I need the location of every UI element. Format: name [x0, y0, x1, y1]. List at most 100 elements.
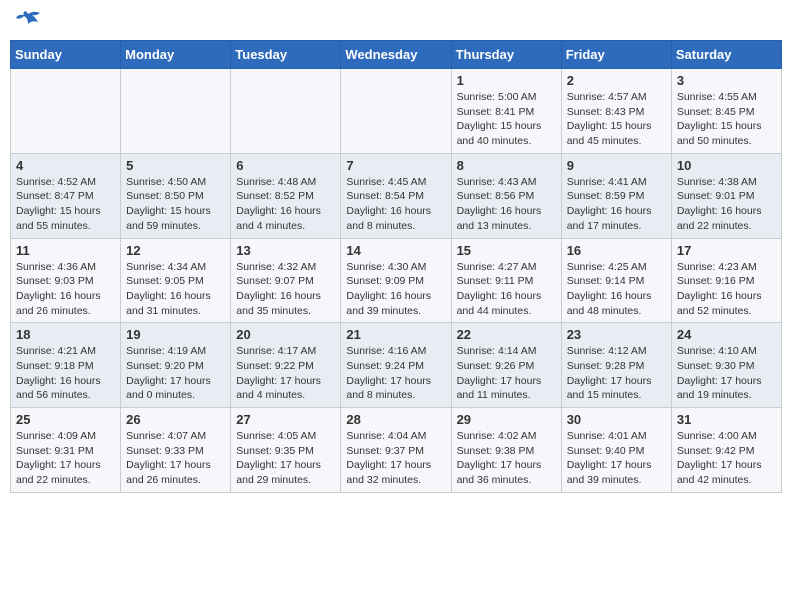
calendar-cell: 8 Sunrise: 4:43 AM Sunset: 8:56 PM Daylig…	[451, 153, 561, 238]
day-number: 27	[236, 412, 335, 427]
day-number: 22	[457, 327, 556, 342]
day-info: Sunrise: 4:43 AM Sunset: 8:56 PM Dayligh…	[457, 175, 556, 234]
day-info: Sunrise: 4:19 AM Sunset: 9:20 PM Dayligh…	[126, 344, 225, 403]
calendar-cell: 3Sunrise: 4:55 AM Sunset: 8:45 PM Daylig…	[671, 69, 781, 154]
page-header	[10, 10, 782, 32]
day-info: Sunrise: 4:04 AM Sunset: 9:37 PM Dayligh…	[346, 429, 445, 488]
day-number: 17	[677, 243, 776, 258]
calendar-week-5: 25 Sunrise: 4:09 AM Sunset: 9:31 PM Dayli…	[11, 408, 782, 493]
calendar-cell: 30 Sunrise: 4:01 AM Sunset: 9:40 PM Dayli…	[561, 408, 671, 493]
day-number: 31	[677, 412, 776, 427]
day-number: 25	[16, 412, 115, 427]
calendar-cell: 1 Sunrise: 5:00 AM Sunset: 8:41 PM Daylig…	[451, 69, 561, 154]
calendar-cell: 11 Sunrise: 4:36 AM Sunset: 9:03 PM Dayli…	[11, 238, 121, 323]
calendar-cell: 15 Sunrise: 4:27 AM Sunset: 9:11 PM Dayli…	[451, 238, 561, 323]
day-info: Sunrise: 4:02 AM Sunset: 9:38 PM Dayligh…	[457, 429, 556, 488]
calendar-cell: 25 Sunrise: 4:09 AM Sunset: 9:31 PM Dayli…	[11, 408, 121, 493]
calendar-cell	[11, 69, 121, 154]
calendar-cell: 12 Sunrise: 4:34 AM Sunset: 9:05 PM Dayli…	[121, 238, 231, 323]
calendar-week-3: 11 Sunrise: 4:36 AM Sunset: 9:03 PM Dayli…	[11, 238, 782, 323]
calendar-cell	[121, 69, 231, 154]
day-number: 1	[457, 73, 556, 88]
calendar-cell: 17 Sunrise: 4:23 AM Sunset: 9:16 PM Dayli…	[671, 238, 781, 323]
calendar-cell: 23Sunrise: 4:12 AM Sunset: 9:28 PM Dayli…	[561, 323, 671, 408]
day-info: Sunrise: 4:38 AM Sunset: 9:01 PM Dayligh…	[677, 175, 776, 234]
day-number: 2	[567, 73, 666, 88]
calendar-cell: 13 Sunrise: 4:32 AM Sunset: 9:07 PM Dayli…	[231, 238, 341, 323]
calendar-cell: 19 Sunrise: 4:19 AM Sunset: 9:20 PM Dayli…	[121, 323, 231, 408]
calendar-cell: 28 Sunrise: 4:04 AM Sunset: 9:37 PM Dayli…	[341, 408, 451, 493]
day-info: Sunrise: 4:27 AM Sunset: 9:11 PM Dayligh…	[457, 260, 556, 319]
day-number: 7	[346, 158, 445, 173]
day-info: Sunrise: 4:36 AM Sunset: 9:03 PM Dayligh…	[16, 260, 115, 319]
calendar-header-row: SundayMondayTuesdayWednesdayThursdayFrid…	[11, 41, 782, 69]
calendar-week-2: 4 Sunrise: 4:52 AM Sunset: 8:47 PM Daylig…	[11, 153, 782, 238]
day-info: Sunrise: 4:07 AM Sunset: 9:33 PM Dayligh…	[126, 429, 225, 488]
weekday-header-saturday: Saturday	[671, 41, 781, 69]
day-info: Sunrise: 4:41 AM Sunset: 8:59 PM Dayligh…	[567, 175, 666, 234]
calendar-cell: 22 Sunrise: 4:14 AM Sunset: 9:26 PM Dayli…	[451, 323, 561, 408]
calendar-cell: 4 Sunrise: 4:52 AM Sunset: 8:47 PM Daylig…	[11, 153, 121, 238]
day-number: 24	[677, 327, 776, 342]
day-info: Sunrise: 4:48 AM Sunset: 8:52 PM Dayligh…	[236, 175, 335, 234]
day-info: Sunrise: 4:32 AM Sunset: 9:07 PM Dayligh…	[236, 260, 335, 319]
day-number: 6	[236, 158, 335, 173]
day-number: 10	[677, 158, 776, 173]
day-number: 4	[16, 158, 115, 173]
day-info: Sunrise: 5:00 AM Sunset: 8:41 PM Dayligh…	[457, 90, 556, 149]
day-number: 12	[126, 243, 225, 258]
weekday-header-tuesday: Tuesday	[231, 41, 341, 69]
day-number: 26	[126, 412, 225, 427]
day-info: Sunrise: 4:34 AM Sunset: 9:05 PM Dayligh…	[126, 260, 225, 319]
calendar-cell: 14Sunrise: 4:30 AM Sunset: 9:09 PM Dayli…	[341, 238, 451, 323]
weekday-header-thursday: Thursday	[451, 41, 561, 69]
day-info: Sunrise: 4:05 AM Sunset: 9:35 PM Dayligh…	[236, 429, 335, 488]
day-number: 19	[126, 327, 225, 342]
calendar-week-1: 1 Sunrise: 5:00 AM Sunset: 8:41 PM Daylig…	[11, 69, 782, 154]
day-info: Sunrise: 4:25 AM Sunset: 9:14 PM Dayligh…	[567, 260, 666, 319]
day-info: Sunrise: 4:52 AM Sunset: 8:47 PM Dayligh…	[16, 175, 115, 234]
day-number: 13	[236, 243, 335, 258]
calendar-cell: 20 Sunrise: 4:17 AM Sunset: 9:22 PM Dayli…	[231, 323, 341, 408]
day-info: Sunrise: 4:01 AM Sunset: 9:40 PM Dayligh…	[567, 429, 666, 488]
weekday-header-friday: Friday	[561, 41, 671, 69]
day-number: 29	[457, 412, 556, 427]
day-number: 14	[346, 243, 445, 258]
day-info: Sunrise: 4:50 AM Sunset: 8:50 PM Dayligh…	[126, 175, 225, 234]
day-number: 28	[346, 412, 445, 427]
day-number: 23	[567, 327, 666, 342]
calendar-cell: 10 Sunrise: 4:38 AM Sunset: 9:01 PM Dayli…	[671, 153, 781, 238]
day-info: Sunrise: 4:10 AM Sunset: 9:30 PM Dayligh…	[677, 344, 776, 403]
day-number: 8	[457, 158, 556, 173]
day-info: Sunrise: 4:09 AM Sunset: 9:31 PM Dayligh…	[16, 429, 115, 488]
calendar-table: SundayMondayTuesdayWednesdayThursdayFrid…	[10, 40, 782, 493]
day-info: Sunrise: 4:17 AM Sunset: 9:22 PM Dayligh…	[236, 344, 335, 403]
day-info: Sunrise: 4:55 AM Sunset: 8:45 PM Dayligh…	[677, 90, 776, 149]
day-info: Sunrise: 4:14 AM Sunset: 9:26 PM Dayligh…	[457, 344, 556, 403]
day-info: Sunrise: 4:21 AM Sunset: 9:18 PM Dayligh…	[16, 344, 115, 403]
calendar-cell: 18 Sunrise: 4:21 AM Sunset: 9:18 PM Dayli…	[11, 323, 121, 408]
calendar-cell: 29 Sunrise: 4:02 AM Sunset: 9:38 PM Dayli…	[451, 408, 561, 493]
logo	[14, 10, 46, 32]
calendar-cell: 26 Sunrise: 4:07 AM Sunset: 9:33 PM Dayli…	[121, 408, 231, 493]
day-number: 11	[16, 243, 115, 258]
day-number: 18	[16, 327, 115, 342]
day-info: Sunrise: 4:57 AM Sunset: 8:43 PM Dayligh…	[567, 90, 666, 149]
weekday-header-sunday: Sunday	[11, 41, 121, 69]
calendar-week-4: 18 Sunrise: 4:21 AM Sunset: 9:18 PM Dayli…	[11, 323, 782, 408]
calendar-cell: 16 Sunrise: 4:25 AM Sunset: 9:14 PM Dayli…	[561, 238, 671, 323]
day-number: 15	[457, 243, 556, 258]
day-info: Sunrise: 4:23 AM Sunset: 9:16 PM Dayligh…	[677, 260, 776, 319]
day-number: 30	[567, 412, 666, 427]
calendar-cell: 24 Sunrise: 4:10 AM Sunset: 9:30 PM Dayli…	[671, 323, 781, 408]
logo-icon	[14, 10, 42, 32]
calendar-cell	[231, 69, 341, 154]
day-number: 16	[567, 243, 666, 258]
day-number: 9	[567, 158, 666, 173]
calendar-cell: 9 Sunrise: 4:41 AM Sunset: 8:59 PM Daylig…	[561, 153, 671, 238]
day-info: Sunrise: 4:45 AM Sunset: 8:54 PM Dayligh…	[346, 175, 445, 234]
calendar-cell: 27 Sunrise: 4:05 AM Sunset: 9:35 PM Dayli…	[231, 408, 341, 493]
calendar-cell	[341, 69, 451, 154]
day-number: 20	[236, 327, 335, 342]
calendar-cell: 21Sunrise: 4:16 AM Sunset: 9:24 PM Dayli…	[341, 323, 451, 408]
